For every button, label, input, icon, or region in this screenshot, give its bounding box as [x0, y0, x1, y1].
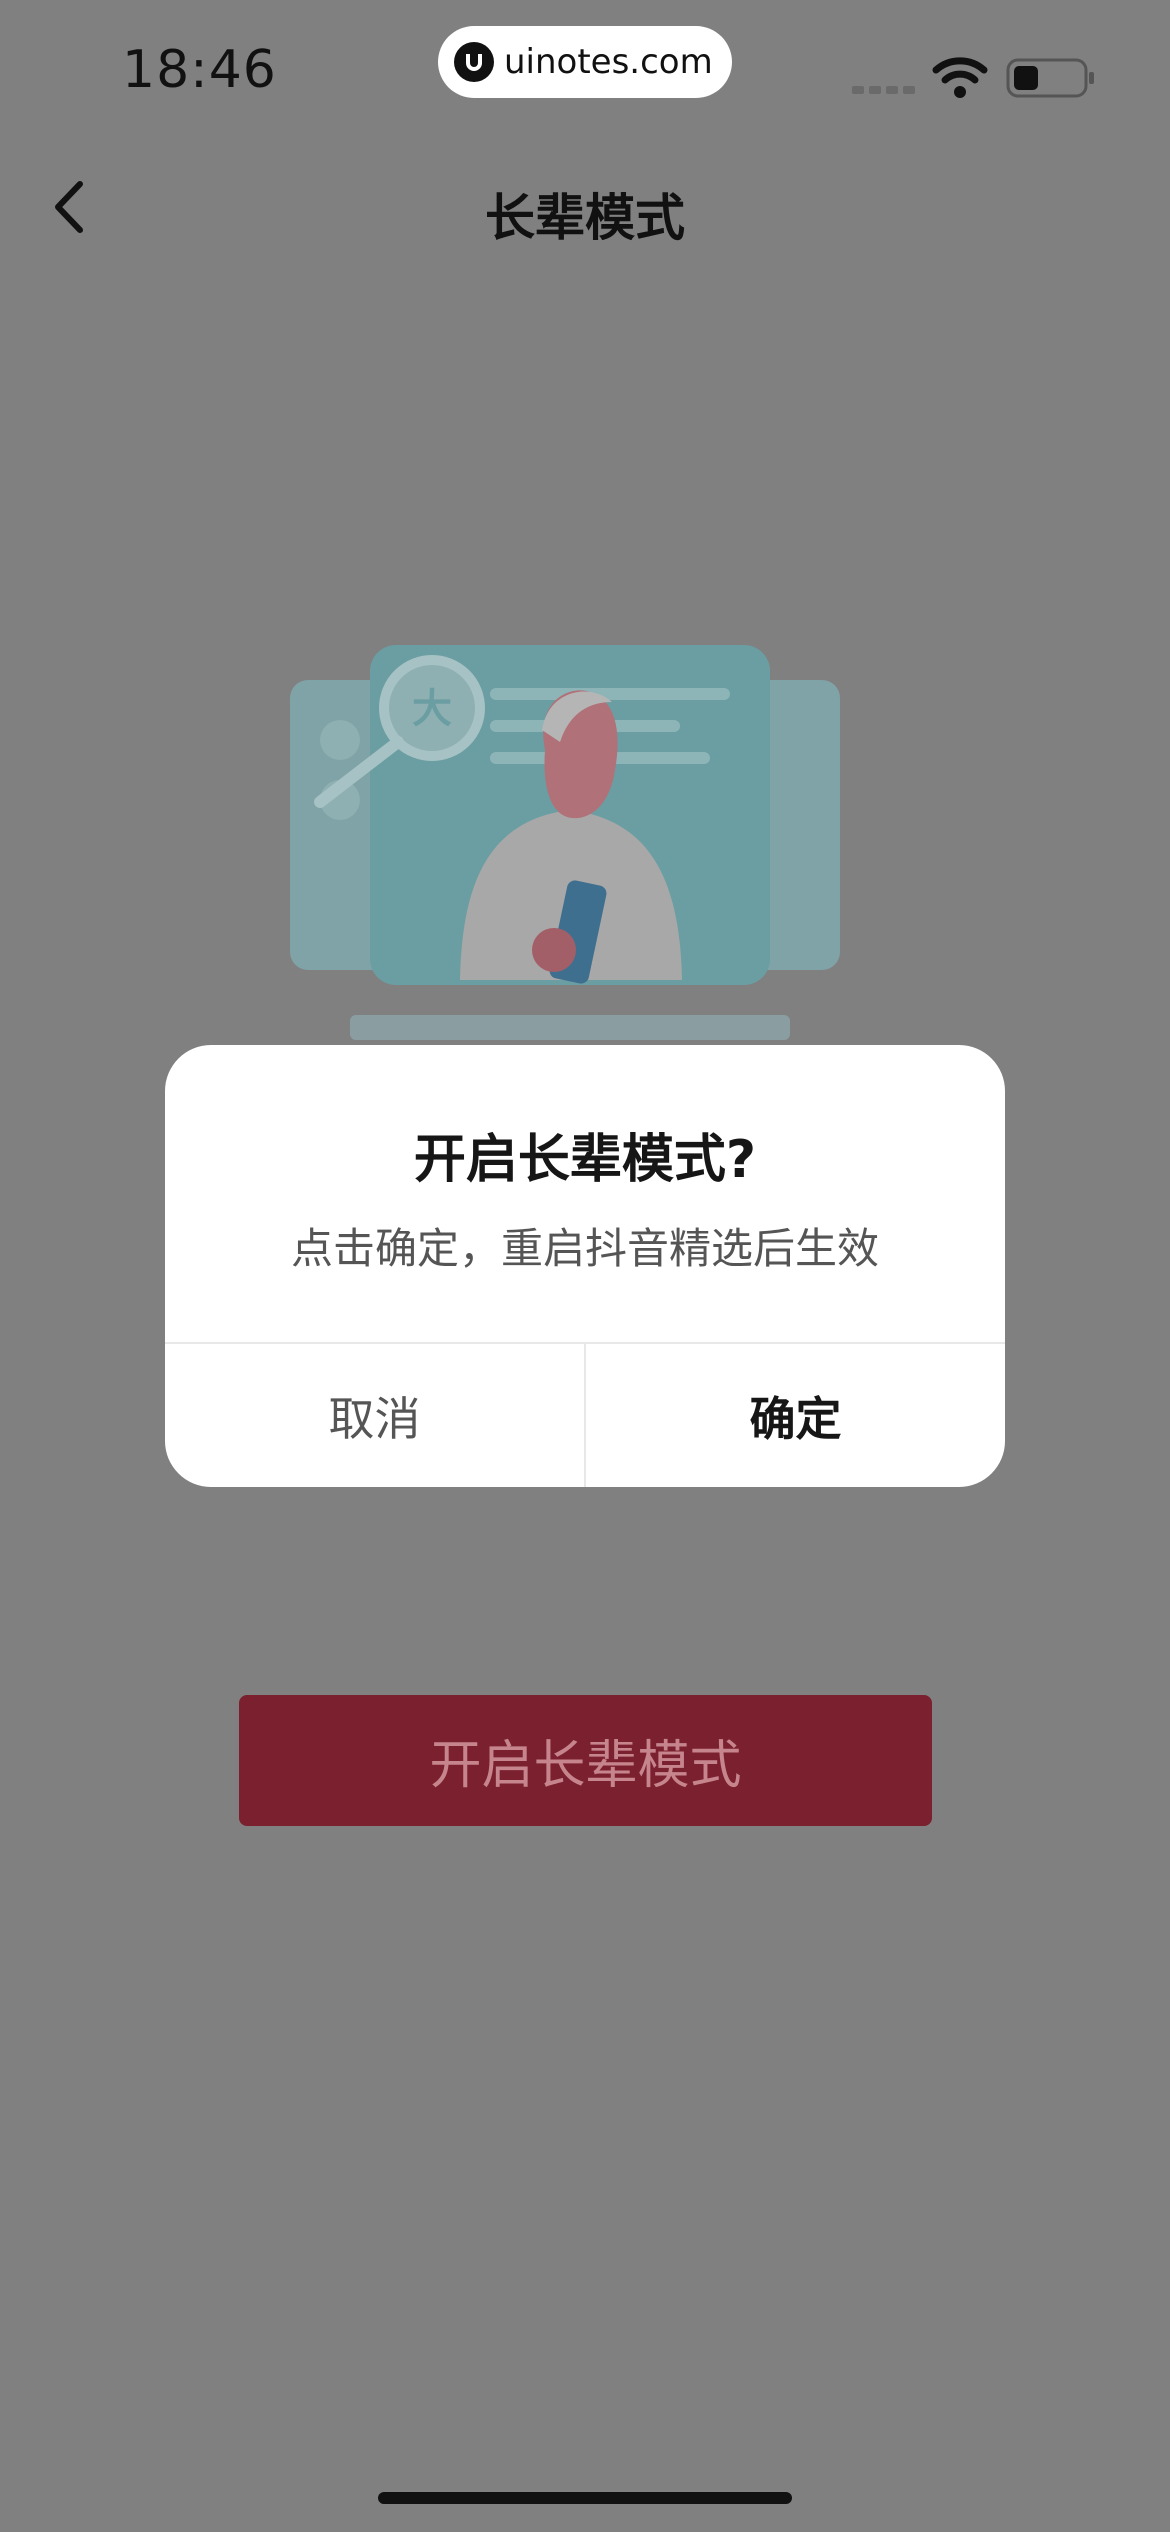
page-title: 长辈模式: [485, 189, 685, 247]
site-label: uinotes.com: [504, 42, 713, 82]
dialog-title: 开启长辈模式?: [413, 1130, 757, 1190]
site-watermark-pill: uinotes.com: [438, 26, 732, 98]
cancel-button[interactable]: 取消: [165, 1344, 584, 1487]
nav-bar: 长辈模式: [0, 150, 1170, 260]
site-logo-icon: [454, 42, 494, 82]
battery-icon: [1006, 58, 1094, 98]
badge-char: 大: [412, 686, 452, 732]
confirm-dialog: 开启长辈模式? 点击确定，重启抖音精选后生效 取消 确定: [165, 1045, 1005, 1487]
cellular-signal-icon: [852, 86, 915, 94]
enable-elder-mode-button[interactable]: 开启长辈模式: [239, 1695, 932, 1826]
status-time: 18:46: [122, 40, 277, 100]
elder-mode-illustration: 大: [290, 645, 840, 1040]
wifi-icon: [932, 57, 988, 98]
status-bar: 18:46 uinotes.com: [0, 0, 1170, 130]
confirm-button[interactable]: 确定: [586, 1344, 1005, 1487]
dialog-message: 点击确定，重启抖音精选后生效: [290, 1224, 879, 1273]
home-indicator[interactable]: [378, 2492, 792, 2504]
